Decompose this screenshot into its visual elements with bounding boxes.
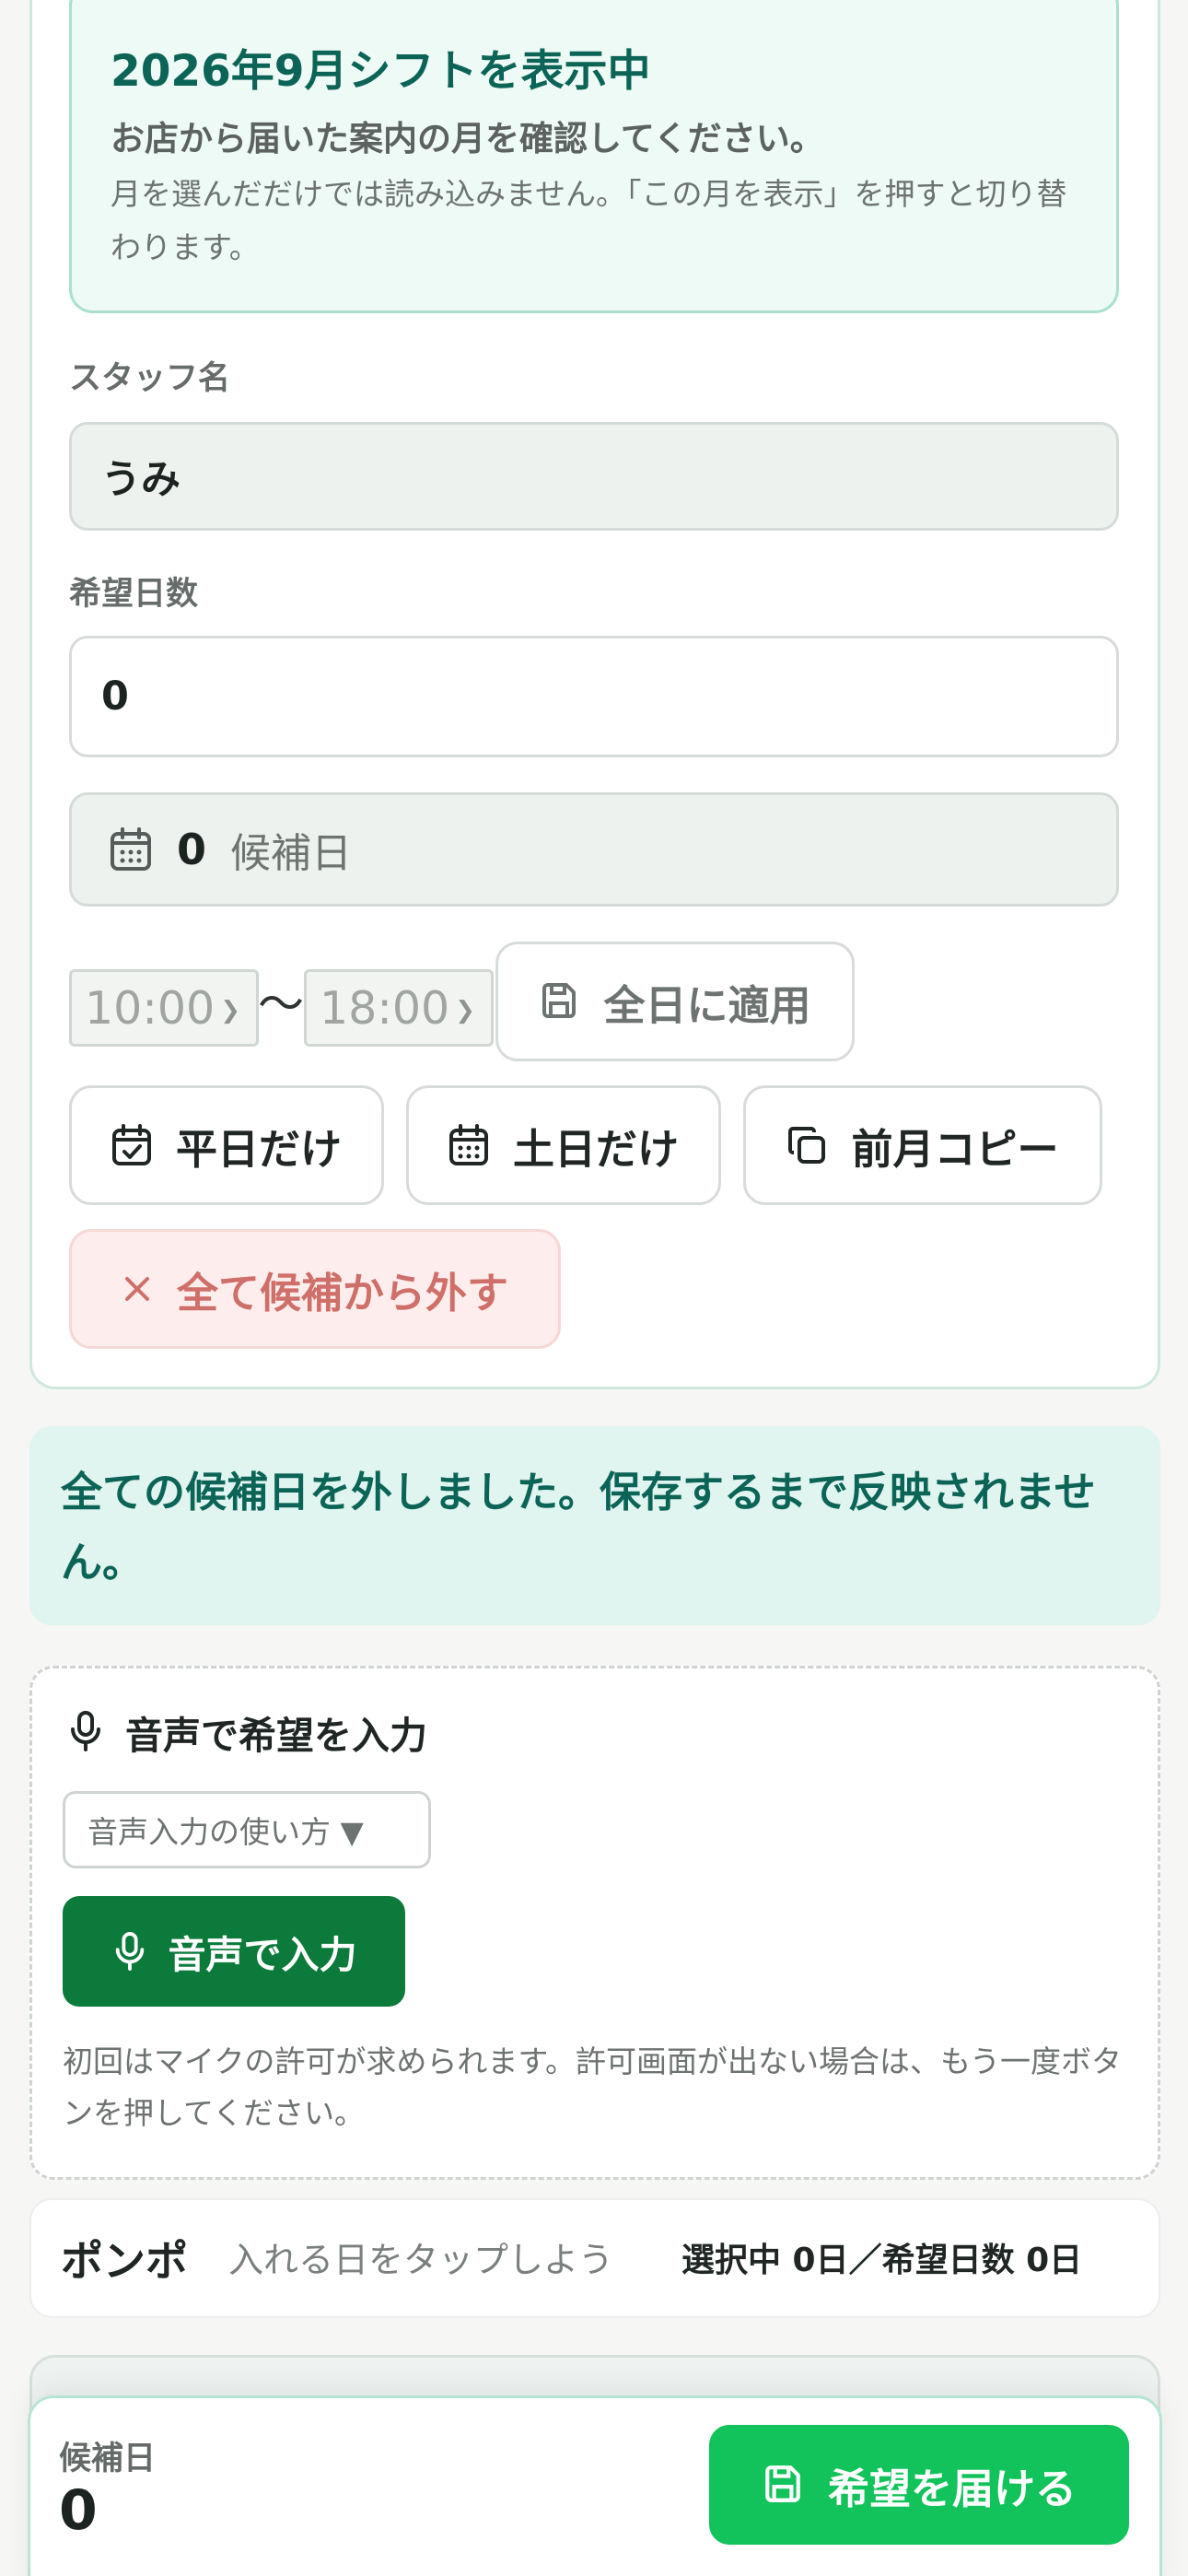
calendar-icon xyxy=(109,826,153,872)
save-icon xyxy=(539,981,579,1022)
month-info-note: 月を選んだだけでは読み込みません。「この月を表示」を押すと切り替わります。 xyxy=(111,176,1067,265)
staff-name-label: スタッフ名 xyxy=(69,360,231,397)
status-notice: 全ての候補日を外しました。保存するまで反映されません。 xyxy=(29,1426,1160,1625)
apply-all-days-label: 全日に適用 xyxy=(603,980,811,1030)
voice-howto-label: 音声入力の使い方 ▼ xyxy=(87,1814,364,1850)
candidate-count-box: 0 候補日 xyxy=(69,792,1119,907)
voice-input-button-label: 音声で入力 xyxy=(168,1933,357,1977)
calendar-header-title: ポンポ xyxy=(61,2236,188,2286)
clear-all-candidates-label: 全て候補から外す xyxy=(176,1268,508,1317)
chevron-down-icon: ❯ xyxy=(455,997,476,1025)
weekends-only-button[interactable]: 土日だけ xyxy=(406,1085,721,1205)
clear-all-candidates-button[interactable]: 全て候補から外す xyxy=(69,1229,561,1349)
candidate-count-value: 0 xyxy=(177,825,207,874)
start-time-value: 10:00 xyxy=(85,981,215,1035)
copy-icon xyxy=(786,1125,827,1165)
close-icon xyxy=(122,1273,153,1305)
staff-name-field: うみ xyxy=(69,422,1119,531)
microphone-icon xyxy=(111,1930,148,1973)
status-notice-message: 全ての候補日を外しました。保存するまで反映されません。 xyxy=(61,1468,1096,1587)
apply-all-days-button[interactable]: 全日に適用 xyxy=(495,942,855,1061)
candidate-count-unit: 候補日 xyxy=(230,830,353,877)
desired-days-label: 希望日数 xyxy=(69,576,199,613)
submit-request-button[interactable]: 希望を届ける xyxy=(709,2425,1129,2545)
save-icon xyxy=(762,2464,804,2506)
bottom-candidate-value: 0 xyxy=(59,2478,98,2543)
submit-request-label: 希望を届ける xyxy=(827,2464,1077,2513)
end-time-select[interactable]: 18:00 ❯ xyxy=(304,969,494,1047)
weekends-only-label: 土日だけ xyxy=(512,1124,679,1174)
staff-name-value: うみ xyxy=(101,457,181,503)
voice-input-note: 初回はマイクの許可が求められます。許可画面が出ない場合は、もう一度ボタンを押して… xyxy=(63,2043,1123,2131)
desired-days-input[interactable]: 0 xyxy=(69,636,1119,757)
end-time-value: 18:00 xyxy=(320,981,450,1035)
month-info-title: 2026年9月シフトを表示中 xyxy=(111,46,651,97)
weekdays-only-button[interactable]: 平日だけ xyxy=(69,1085,384,1205)
voice-input-title: 音声で希望を入力 xyxy=(125,1714,427,1758)
calendar-icon xyxy=(448,1124,489,1166)
copy-previous-month-label: 前月コピー xyxy=(851,1124,1059,1174)
voice-howto-toggle[interactable]: 音声入力の使い方 ▼ xyxy=(63,1791,431,1868)
copy-previous-month-button[interactable]: 前月コピー xyxy=(743,1085,1102,1205)
chevron-down-icon: ❯ xyxy=(220,997,241,1025)
microphone-icon xyxy=(66,1710,105,1752)
start-time-select[interactable]: 10:00 ❯ xyxy=(69,969,259,1047)
voice-input-button[interactable]: 音声で入力 xyxy=(63,1896,405,2007)
desired-days-value: 0 xyxy=(101,673,129,720)
bottom-candidate-label: 候補日 xyxy=(59,2441,157,2477)
calendar-header-hint: 入れる日をタップしよう xyxy=(228,2240,614,2280)
month-info-subtitle: お店から届いた案内の月を確認してください。 xyxy=(111,119,824,158)
weekdays-only-label: 平日だけ xyxy=(175,1124,342,1174)
selection-count: 選択中 0日／希望日数 0日 xyxy=(681,2242,1083,2279)
time-range-separator: 〜 xyxy=(258,978,304,1031)
calendar-check-icon xyxy=(111,1124,152,1166)
